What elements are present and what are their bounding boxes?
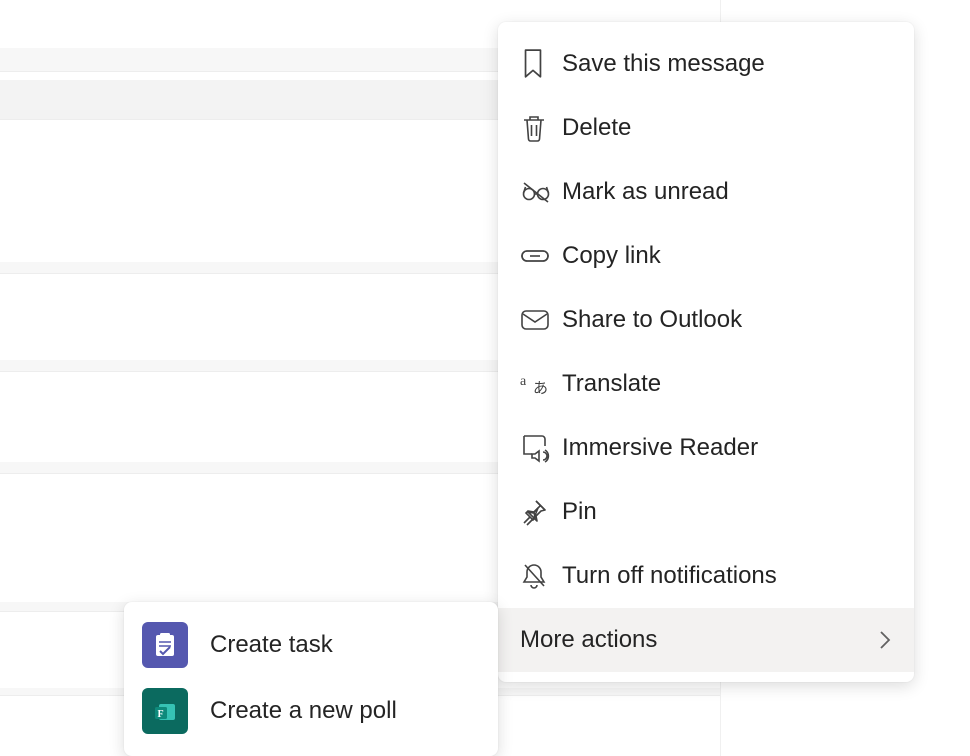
forms-app-icon: F — [142, 688, 188, 734]
pin-icon — [520, 498, 558, 526]
menu-item-label: More actions — [520, 626, 878, 654]
menu-item-immersive-reader[interactable]: Immersive Reader — [498, 416, 914, 480]
menu-item-label: Delete — [558, 114, 892, 142]
menu-item-label: Turn off notifications — [558, 562, 892, 590]
submenu-item-create-task[interactable]: Create task — [124, 612, 498, 678]
submenu-item-create-poll[interactable]: F Create a new poll — [124, 678, 498, 744]
menu-item-translate[interactable]: a あ Translate — [498, 352, 914, 416]
more-actions-submenu: Create task F Create a new poll — [124, 602, 498, 756]
svg-text:a: a — [520, 374, 527, 389]
message-context-menu: Save this message Delete Mark a — [498, 22, 914, 682]
submenu-item-label: Create task — [188, 631, 333, 659]
menu-item-pin[interactable]: Pin — [498, 480, 914, 544]
translate-icon: a あ — [520, 371, 558, 397]
menu-item-label: Copy link — [558, 242, 892, 270]
menu-item-copy-link[interactable]: Copy link — [498, 224, 914, 288]
chevron-right-icon — [878, 629, 892, 651]
bell-off-icon — [520, 561, 558, 591]
menu-item-mark-unread[interactable]: Mark as unread — [498, 160, 914, 224]
glasses-off-icon — [520, 180, 558, 204]
menu-item-label: Translate — [558, 370, 892, 398]
menu-item-label: Pin — [558, 498, 892, 526]
envelope-icon — [520, 308, 558, 332]
link-icon — [520, 247, 558, 265]
submenu-item-label: Create a new poll — [188, 697, 397, 725]
menu-item-save-message[interactable]: Save this message — [498, 32, 914, 96]
menu-item-label: Share to Outlook — [558, 306, 892, 334]
bookmark-icon — [520, 48, 558, 80]
menu-item-share-outlook[interactable]: Share to Outlook — [498, 288, 914, 352]
svg-text:あ: あ — [533, 380, 548, 397]
menu-item-delete[interactable]: Delete — [498, 96, 914, 160]
menu-item-label: Immersive Reader — [558, 434, 892, 462]
menu-item-label: Mark as unread — [558, 178, 892, 206]
trash-icon — [520, 113, 558, 143]
tasks-app-icon — [142, 622, 188, 668]
svg-text:F: F — [158, 709, 164, 720]
menu-item-more-actions[interactable]: More actions — [498, 608, 914, 672]
menu-item-label: Save this message — [558, 50, 892, 78]
menu-item-turn-off-notifications[interactable]: Turn off notifications — [498, 544, 914, 608]
immersive-reader-icon — [520, 433, 558, 463]
